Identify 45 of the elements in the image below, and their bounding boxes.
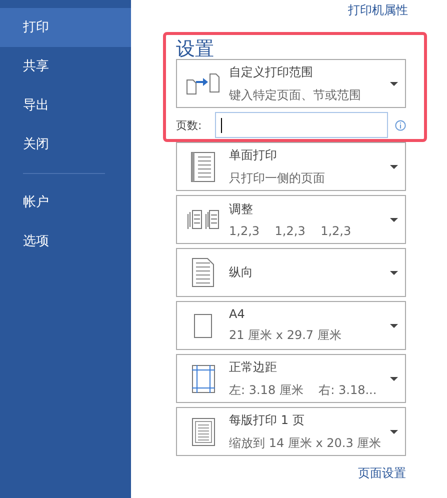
settings-dropdown[interactable]: 正常边距 左: 3.18 厘米 右: 3.18... — [176, 354, 406, 403]
option-subtitle: 缩放到 14 厘米 x 20.3 厘米 — [229, 434, 382, 452]
option-title: 每版打印 1 页 — [229, 412, 306, 428]
dropdown-arrow-icon — [390, 376, 398, 380]
blank-page-icon — [194, 314, 212, 338]
option-subtitle: 21 厘米 x 29.7 厘米 — [229, 327, 342, 344]
dropdown-arrow-icon — [390, 82, 398, 86]
option-subtitle: 左: 3.18 厘米 右: 3.18... — [229, 382, 378, 398]
option-title: 单面打印 — [229, 146, 278, 164]
settings-dropdown[interactable]: 纵向 — [176, 248, 406, 297]
portrait-page-icon — [192, 258, 214, 287]
option-title: 调整 — [229, 201, 254, 218]
settings-dropdown[interactable]: 每版打印 1 页 缩放到 14 厘米 x 20.3 厘米 — [176, 407, 406, 456]
dropdown-arrow-icon — [390, 218, 398, 222]
margins-icon — [192, 364, 214, 392]
option-subtitle: 只打印一侧的页面 — [229, 170, 326, 186]
option-subtitle: 键入特定页面、节或范围 — [229, 86, 362, 104]
dropdown-arrow-icon — [390, 164, 398, 168]
sidebar-item[interactable]: 共享 — [0, 47, 131, 86]
sidebar-item[interactable]: 选项 — [0, 222, 131, 261]
settings-dropdown[interactable]: 单面打印 只打印一侧的页面 — [176, 142, 406, 191]
sidebar-item[interactable]: 导出 — [0, 86, 131, 125]
settings-dropdown[interactable]: 自定义打印范围 键入特定页面、节或范围 — [176, 59, 406, 108]
pages-input-field[interactable] — [215, 112, 388, 138]
sidebar-item[interactable]: 帐户 — [0, 183, 131, 222]
dropdown-arrow-icon — [390, 270, 398, 274]
option-title: 自定义打印范围 — [229, 64, 314, 80]
pages-arrow-icon — [186, 72, 220, 94]
dropdown-arrow-icon — [390, 430, 398, 434]
option-title: A4 — [229, 307, 246, 321]
page-setup-link[interactable]: 页面设置 — [358, 465, 406, 482]
dropdown-arrow-icon — [390, 324, 398, 328]
option-subtitle: 1,2,3 1,2,3 1,2,3 — [229, 224, 352, 238]
sidebar-item[interactable]: 关闭 — [0, 125, 131, 164]
sidebar-item[interactable]: 打印 — [0, 8, 131, 47]
settings-dropdown[interactable]: A4 21 厘米 x 29.7 厘米 — [176, 301, 406, 350]
settings-heading: 设置 — [176, 37, 215, 61]
option-title: 正常边距 — [229, 358, 278, 376]
printer-properties-link[interactable]: 打印机属性 — [348, 2, 408, 26]
pages-label: 页数: — [176, 118, 203, 132]
settings-dropdown[interactable]: 调整 1,2,3 1,2,3 1,2,3 — [176, 195, 406, 244]
option-title: 纵向 — [229, 264, 254, 281]
stacked-pages-icon — [187, 210, 219, 230]
document-icon — [191, 152, 215, 182]
page-per-sheet-icon — [192, 418, 214, 446]
